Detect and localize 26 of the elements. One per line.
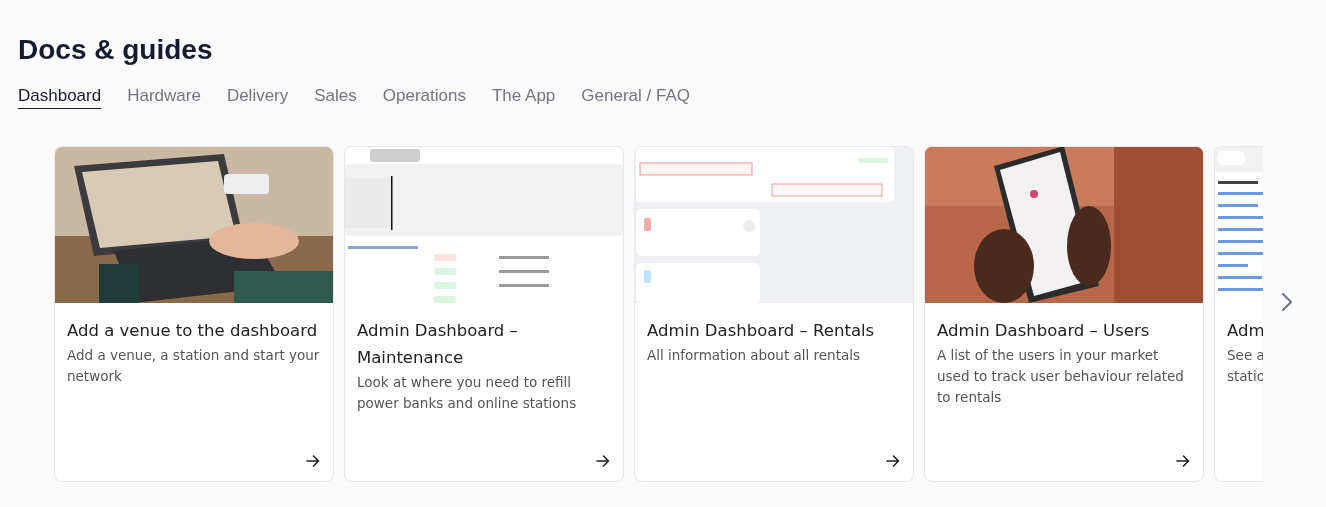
category-tab[interactable]: The App	[492, 86, 556, 109]
card-title: Add a venue to the dashboard	[67, 320, 319, 342]
card-description: A list of the users in your market used to track user behaviour related to rentals	[937, 346, 1185, 407]
category-tab[interactable]: Dashboard	[18, 86, 102, 109]
arrow-right-icon[interactable]	[1176, 455, 1190, 467]
card-title: Adm	[1227, 320, 1263, 342]
category-tab[interactable]: General / FAQ	[581, 86, 690, 109]
card-title: Admin Dashboard – Maintenance	[357, 320, 519, 369]
arrow-right-icon[interactable]	[596, 455, 610, 467]
category-tab[interactable]: Delivery	[226, 86, 289, 109]
chevron-right-icon[interactable]	[1281, 292, 1293, 312]
guide-card[interactable]: Admin Dashboard – Maintenance Look at where you need to refill power banks and online stations	[344, 146, 624, 482]
arrow-right-icon[interactable]	[306, 455, 320, 467]
category-tab[interactable]: Sales	[314, 86, 357, 109]
card-title: Admin Dashboard – Rentals	[647, 320, 876, 342]
category-tab[interactable]: Hardware	[127, 86, 201, 109]
page-title: Docs & guides	[18, 33, 214, 66]
card-description: Add a venue, a station and start your network	[67, 346, 321, 386]
category-tab[interactable]: Operations	[382, 86, 466, 109]
guide-card[interactable]: Admin Dashboard – Rentals All information about all rentals	[634, 146, 914, 482]
guide-card[interactable]: Admin Dashboard – Users A list of the users in your market used to track user behaviour related to rentals	[924, 146, 1204, 482]
card-title: Admin Dashboard – Users	[937, 320, 1151, 342]
arrow-right-icon[interactable]	[886, 455, 900, 467]
card-description: Look at where you need to refill power banks and online stations	[357, 373, 578, 413]
guide-card[interactable]: Add a venue to the dashboard Add a venue, a station and start your network	[54, 146, 334, 482]
card-description: All information about all rentals	[647, 346, 861, 365]
